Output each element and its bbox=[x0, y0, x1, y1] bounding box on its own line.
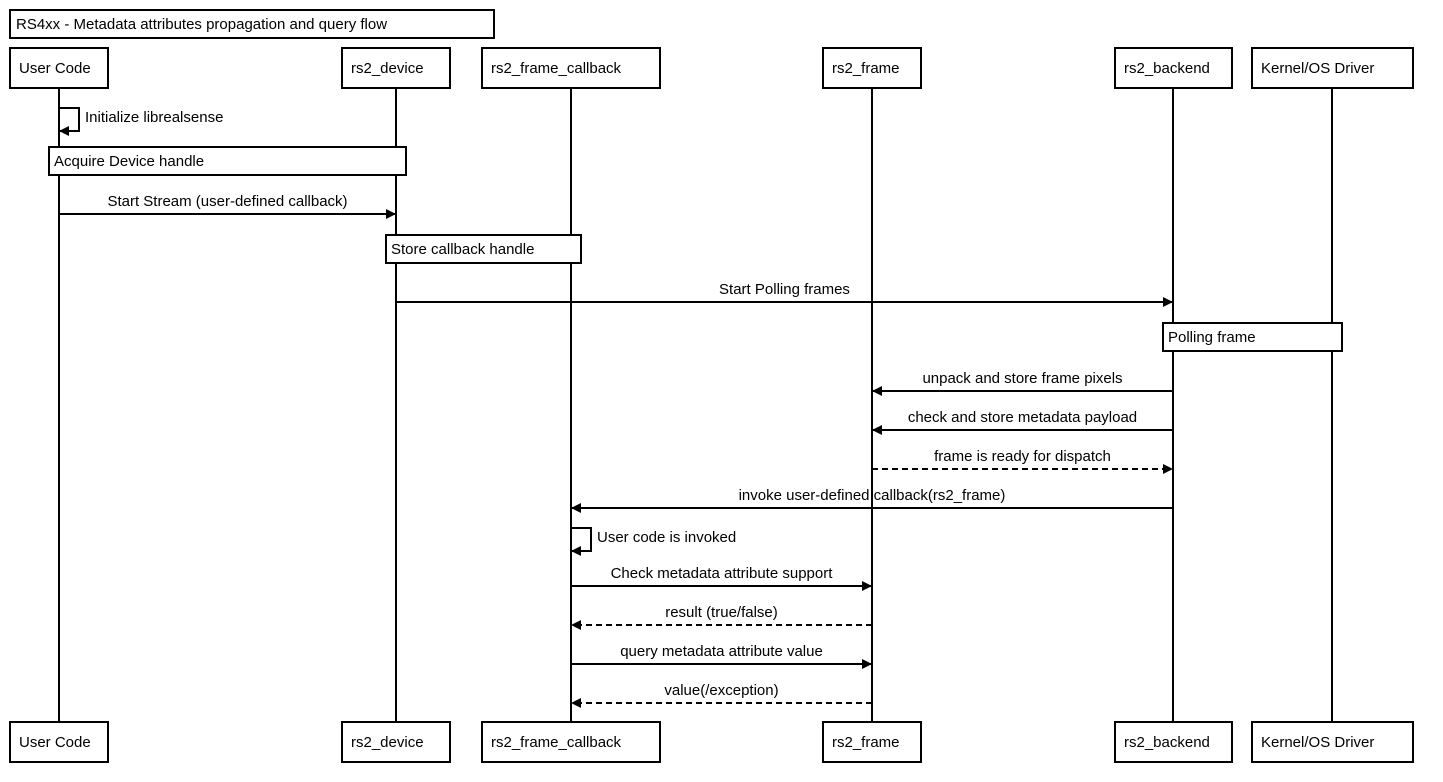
participant-label: rs2_backend bbox=[1124, 60, 1210, 77]
participant-frame-bottom: rs2_frame bbox=[822, 721, 922, 763]
participant-callback-bottom: rs2_frame_callback bbox=[481, 721, 661, 763]
diagram-title: RS4xx - Metadata attributes propagation … bbox=[9, 9, 495, 39]
self-call-label: User code is invoked bbox=[597, 529, 736, 546]
step-note: Store callback handle bbox=[385, 234, 582, 264]
diagram-title-text: RS4xx - Metadata attributes propagation … bbox=[16, 16, 387, 33]
participant-callback-top: rs2_frame_callback bbox=[481, 47, 661, 89]
participant-device-bottom: rs2_device bbox=[341, 721, 451, 763]
step-note: Polling frame bbox=[1162, 322, 1343, 352]
step-note: Acquire Device handle bbox=[48, 146, 407, 176]
message-label: result (true/false) bbox=[665, 604, 778, 621]
step-message: unpack and store frame pixels bbox=[872, 370, 1173, 396]
step-message: query metadata attribute value bbox=[571, 643, 872, 669]
participant-label: rs2_frame bbox=[832, 734, 900, 751]
participant-label: rs2_frame_callback bbox=[491, 734, 622, 751]
participant-label: rs2_backend bbox=[1124, 734, 1210, 751]
participant-label: Kernel/OS Driver bbox=[1261, 734, 1374, 751]
message-label: Start Stream (user-defined callback) bbox=[107, 193, 347, 210]
participant-device-top: rs2_device bbox=[341, 47, 451, 89]
sequence-diagram: RS4xx - Metadata attributes propagation … bbox=[9, 9, 1414, 763]
self-call-arrow bbox=[571, 527, 592, 556]
steps: Initialize librealsense Acquire Device ha… bbox=[48, 107, 1343, 708]
participant-user-top: User Code bbox=[9, 47, 109, 89]
self-call-arrow bbox=[59, 107, 80, 136]
step-message: result (true/false) bbox=[571, 604, 872, 630]
step-message: Start Polling frames bbox=[396, 281, 1173, 307]
participant-label: rs2_device bbox=[351, 734, 424, 751]
note-label: Acquire Device handle bbox=[54, 153, 204, 170]
participant-label: rs2_frame_callback bbox=[491, 60, 622, 77]
participant-driver-top: Kernel/OS Driver bbox=[1251, 47, 1414, 89]
participant-label: rs2_frame bbox=[832, 60, 900, 77]
step-message: Start Stream (user-defined callback) bbox=[59, 193, 396, 219]
note-label: Polling frame bbox=[1168, 329, 1256, 346]
participant-backend-top: rs2_backend bbox=[1114, 47, 1233, 89]
participant-label: User Code bbox=[19, 60, 91, 77]
step-message: frame is ready for dispatch bbox=[872, 448, 1173, 474]
message-label: Check metadata attribute support bbox=[611, 565, 834, 582]
message-label: value(/exception) bbox=[664, 682, 778, 699]
message-label: invoke user-defined callback(rs2_frame) bbox=[739, 487, 1006, 504]
message-label: query metadata attribute value bbox=[620, 643, 823, 660]
participant-driver-bottom: Kernel/OS Driver bbox=[1251, 721, 1414, 763]
participant-user-bottom: User Code bbox=[9, 721, 109, 763]
message-label: Start Polling frames bbox=[719, 281, 850, 298]
participant-label: User Code bbox=[19, 734, 91, 751]
participant-frame-top: rs2_frame bbox=[822, 47, 922, 89]
step-self: Initialize librealsense bbox=[59, 107, 223, 136]
message-label: check and store metadata payload bbox=[908, 409, 1137, 426]
participant-label: rs2_device bbox=[351, 60, 424, 77]
step-self: User code is invoked bbox=[571, 527, 736, 556]
participant-label: Kernel/OS Driver bbox=[1261, 60, 1374, 77]
note-label: Store callback handle bbox=[391, 241, 534, 258]
step-message: value(/exception) bbox=[571, 682, 872, 708]
message-label: frame is ready for dispatch bbox=[934, 448, 1111, 465]
message-label: unpack and store frame pixels bbox=[922, 370, 1122, 387]
lifelines bbox=[58, 88, 1333, 722]
self-call-label: Initialize librealsense bbox=[85, 109, 223, 126]
participant-backend-bottom: rs2_backend bbox=[1114, 721, 1233, 763]
step-message: check and store metadata payload bbox=[872, 409, 1173, 435]
step-message: Check metadata attribute support bbox=[571, 565, 872, 591]
